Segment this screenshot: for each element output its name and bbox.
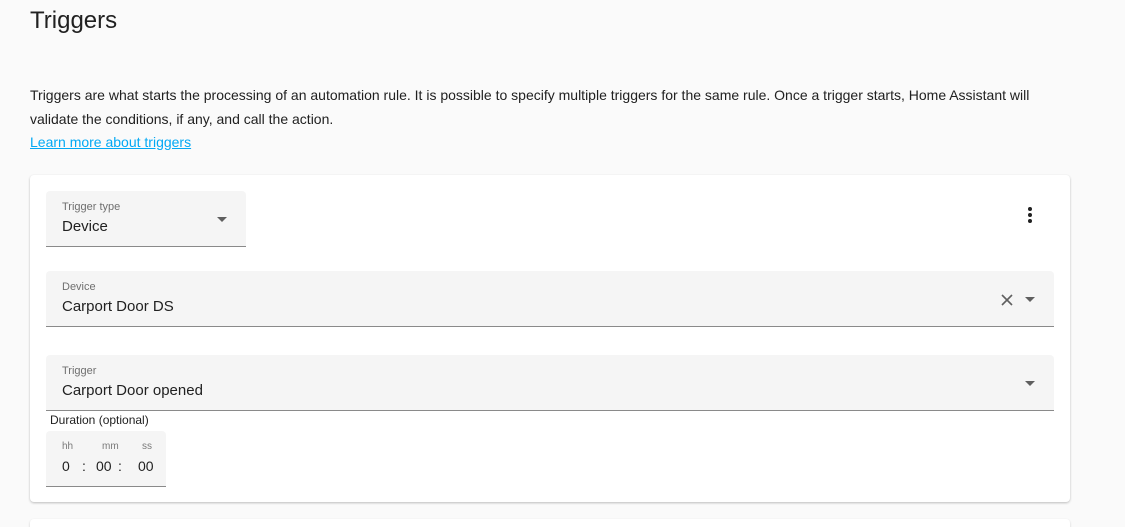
- trigger-type-label: Trigger type: [62, 201, 121, 213]
- trigger-card: Trigger type Device Device Carport Door …: [30, 175, 1070, 502]
- chevron-down-icon[interactable]: [1025, 297, 1035, 302]
- trigger-type-select[interactable]: Trigger type Device: [46, 191, 246, 247]
- hours-label: hh: [62, 441, 74, 452]
- device-picker[interactable]: Device Carport Door DS: [46, 271, 1054, 327]
- device-value: Carport Door DS: [62, 298, 174, 315]
- trigger-label: Trigger: [62, 365, 97, 377]
- close-icon[interactable]: [999, 292, 1015, 308]
- seconds-input[interactable]: 00: [138, 458, 154, 474]
- next-trigger-card: [30, 519, 1070, 527]
- trigger-value: Carport Door opened: [62, 382, 203, 399]
- trigger-type-value: Device: [62, 218, 108, 235]
- device-label: Device: [62, 281, 96, 293]
- time-separator: :: [118, 458, 122, 474]
- triggers-description: Triggers are what starts the processing …: [30, 87, 1030, 127]
- minutes-label: mm: [102, 441, 119, 452]
- seconds-label: ss: [142, 441, 152, 452]
- time-separator: :: [82, 458, 86, 474]
- duration-input: hh mm ss 0 : 00 : 00: [46, 431, 166, 487]
- minutes-input[interactable]: 00: [96, 458, 112, 474]
- dots-vertical-icon[interactable]: [1020, 205, 1040, 225]
- learn-more-link[interactable]: Learn more about triggers: [30, 131, 191, 153]
- chevron-down-icon: [1025, 381, 1035, 386]
- chevron-down-icon: [217, 217, 227, 222]
- duration-label: Duration (optional): [50, 413, 149, 427]
- trigger-select[interactable]: Trigger Carport Door opened: [46, 355, 1054, 411]
- page-title: Triggers: [30, 7, 118, 34]
- automation-editor-page: Triggers Triggers are what starts the pr…: [0, 0, 1125, 527]
- hours-input[interactable]: 0: [62, 458, 70, 474]
